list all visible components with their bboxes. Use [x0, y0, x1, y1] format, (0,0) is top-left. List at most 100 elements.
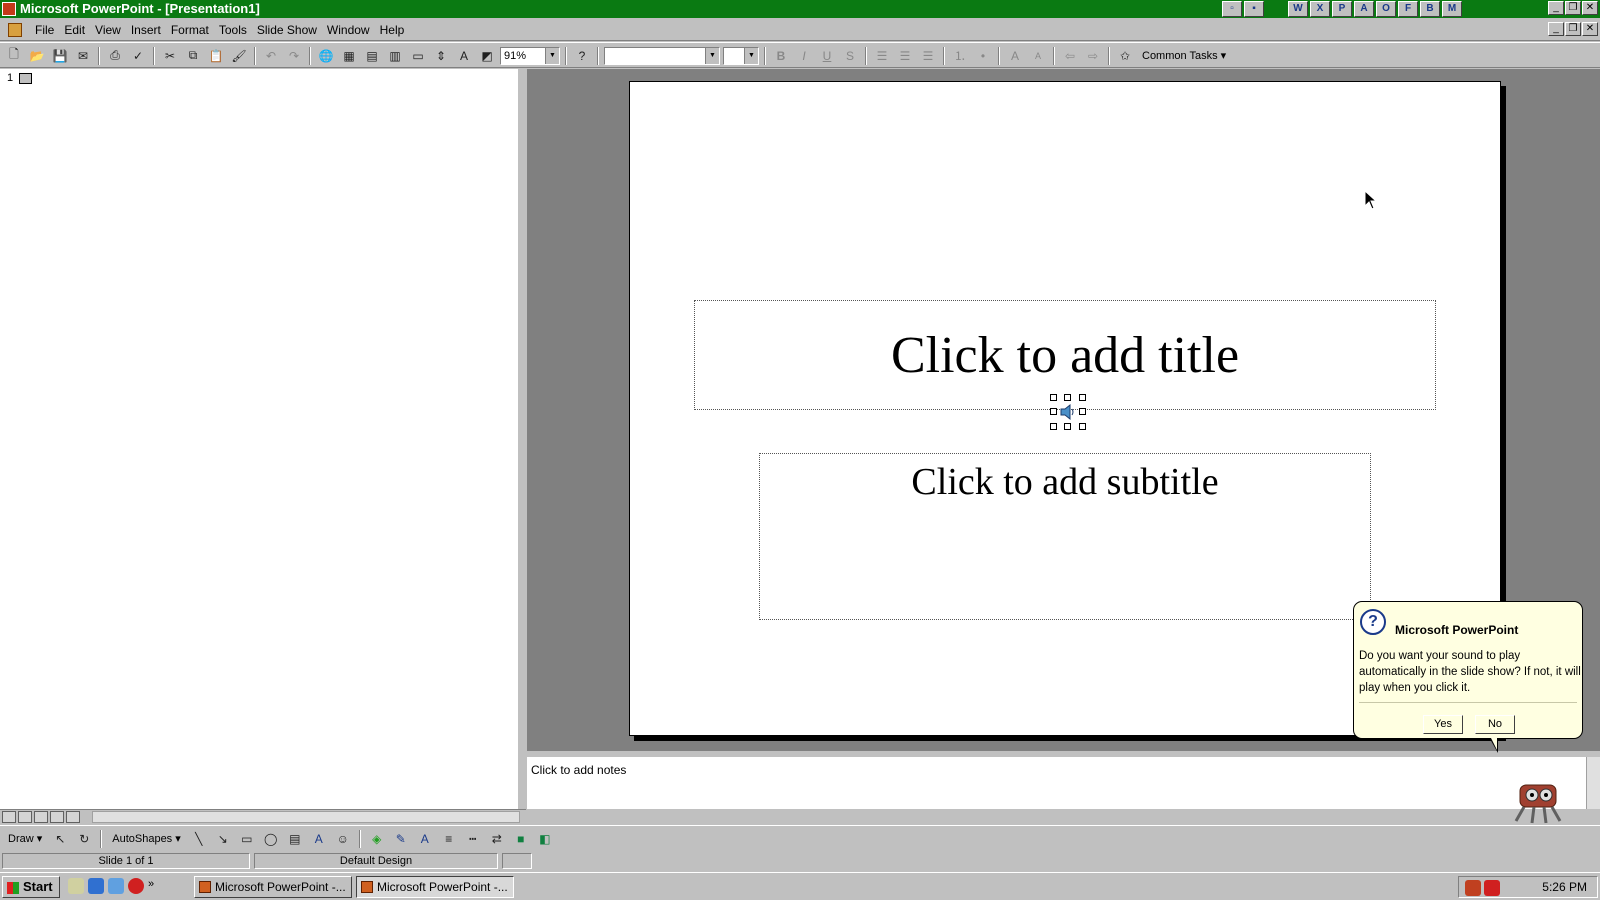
- show-formatting-icon[interactable]: A: [454, 46, 474, 65]
- spelling-icon[interactable]: ✓: [128, 46, 148, 65]
- excel-shortcut-icon[interactable]: X: [1310, 1, 1330, 17]
- resize-handle[interactable]: [1064, 423, 1071, 430]
- font-name-combo[interactable]: ▼: [604, 46, 720, 65]
- slide-icon[interactable]: [19, 73, 32, 84]
- paste-icon[interactable]: 📋: [206, 46, 226, 65]
- taskbar-item-powerpoint-2[interactable]: Microsoft PowerPoint -...: [356, 876, 514, 898]
- office-assistant-icon[interactable]: [1506, 777, 1570, 827]
- tray-icon[interactable]: [1484, 880, 1500, 896]
- slide-view-icon[interactable]: [34, 811, 48, 823]
- outline-view-icon[interactable]: [18, 811, 32, 823]
- font-color-icon[interactable]: A: [415, 829, 435, 848]
- no-button[interactable]: No: [1475, 715, 1515, 734]
- expand-all-icon[interactable]: ⇕: [431, 46, 451, 65]
- office-bar-icon[interactable]: ▪: [1244, 1, 1264, 17]
- binder-shortcut-icon[interactable]: B: [1420, 1, 1440, 17]
- undo-icon[interactable]: ↶: [261, 46, 281, 65]
- menu-window[interactable]: Window: [322, 23, 375, 37]
- resize-handle[interactable]: [1050, 408, 1057, 415]
- office-bar-icon[interactable]: ▫: [1222, 1, 1242, 17]
- menu-insert[interactable]: Insert: [126, 23, 166, 37]
- increase-font-size-icon[interactable]: A: [1005, 46, 1025, 65]
- title-bar[interactable]: Microsoft PowerPoint - [Presentation1] ▫…: [0, 0, 1600, 18]
- help-icon[interactable]: ?: [572, 46, 592, 65]
- dash-style-icon[interactable]: ┅: [463, 829, 483, 848]
- minimize-button[interactable]: _: [1548, 1, 1564, 15]
- tables-borders-icon[interactable]: ▦: [339, 46, 359, 65]
- draw-menu-button[interactable]: Draw ▾: [4, 832, 46, 845]
- zoom-combo[interactable]: 91% ▼: [500, 46, 560, 65]
- office-shortcut-icon[interactable]: M: [1442, 1, 1462, 17]
- chevron-down-icon[interactable]: ▼: [545, 47, 559, 64]
- new-slide-icon[interactable]: ▭: [408, 46, 428, 65]
- animation-effects-icon[interactable]: ✩: [1115, 46, 1135, 65]
- 3d-icon[interactable]: ◧: [535, 829, 555, 848]
- align-right-icon[interactable]: ☰: [918, 46, 938, 65]
- menu-tools[interactable]: Tools: [214, 23, 252, 37]
- promote-icon[interactable]: ⇦: [1060, 46, 1080, 65]
- open-icon[interactable]: 📂: [27, 46, 47, 65]
- italic-icon[interactable]: I: [794, 46, 814, 65]
- shadow-icon[interactable]: S: [840, 46, 860, 65]
- text-box-icon[interactable]: ▤: [285, 829, 305, 848]
- frontpage-shortcut-icon[interactable]: F: [1398, 1, 1418, 17]
- copy-icon[interactable]: ⧉: [183, 46, 203, 65]
- numbering-icon[interactable]: ⒈: [950, 46, 970, 65]
- outline-pane[interactable]: 1: [0, 69, 522, 809]
- free-rotate-icon[interactable]: ↻: [74, 829, 94, 848]
- start-button[interactable]: Start: [2, 876, 60, 898]
- line-icon[interactable]: ╲: [189, 829, 209, 848]
- line-style-icon[interactable]: ≡: [439, 829, 459, 848]
- notes-vertical-scrollbar[interactable]: [1586, 757, 1600, 809]
- sound-object[interactable]: [1050, 394, 1086, 430]
- document-icon[interactable]: [8, 23, 22, 37]
- show-desktop-icon[interactable]: [68, 878, 84, 894]
- redo-icon[interactable]: ↷: [284, 46, 304, 65]
- arrow-icon[interactable]: ↘: [213, 829, 233, 848]
- decrease-font-size-icon[interactable]: A: [1028, 46, 1048, 65]
- demote-icon[interactable]: ⇨: [1083, 46, 1103, 65]
- restore-button[interactable]: ❐: [1565, 1, 1581, 15]
- hyperlink-icon[interactable]: 🌐: [316, 46, 336, 65]
- menu-view[interactable]: View: [90, 23, 126, 37]
- grayscale-preview-icon[interactable]: ◩: [477, 46, 497, 65]
- resize-handle[interactable]: [1064, 394, 1071, 401]
- powerpoint-app-icon[interactable]: [2, 2, 16, 16]
- save-icon[interactable]: 💾: [50, 46, 70, 65]
- doc-close-button[interactable]: ✕: [1582, 22, 1598, 36]
- opera-icon[interactable]: [128, 878, 144, 894]
- fill-color-icon[interactable]: ◈: [367, 829, 387, 848]
- more-icon[interactable]: »: [148, 878, 164, 894]
- rectangle-icon[interactable]: ▭: [237, 829, 257, 848]
- common-tasks-button[interactable]: Common Tasks ▾: [1138, 49, 1230, 62]
- print-icon[interactable]: ⎙: [105, 46, 125, 65]
- wordart-icon[interactable]: A: [309, 829, 329, 848]
- autoshapes-menu-button[interactable]: AutoShapes ▾: [108, 832, 185, 845]
- normal-view-icon[interactable]: [2, 811, 16, 823]
- shadow-icon[interactable]: ■: [511, 829, 531, 848]
- horizontal-scrollbar[interactable]: [92, 811, 520, 823]
- select-objects-icon[interactable]: ↖: [50, 829, 70, 848]
- resize-handle[interactable]: [1050, 394, 1057, 401]
- bullets-icon[interactable]: •: [973, 46, 993, 65]
- center-icon[interactable]: ☰: [895, 46, 915, 65]
- taskbar-item-powerpoint-1[interactable]: Microsoft PowerPoint -...: [194, 876, 352, 898]
- slide-show-view-icon[interactable]: [66, 811, 80, 823]
- clip-art-icon[interactable]: ☺: [333, 829, 353, 848]
- internet-explorer-icon[interactable]: [88, 878, 104, 894]
- resize-handle[interactable]: [1079, 394, 1086, 401]
- arrow-style-icon[interactable]: ⇄: [487, 829, 507, 848]
- yes-button[interactable]: Yes: [1423, 715, 1463, 734]
- word-shortcut-icon[interactable]: W: [1288, 1, 1308, 17]
- notes-pane[interactable]: Click to add notes: [527, 754, 1600, 824]
- resize-handle[interactable]: [1050, 423, 1057, 430]
- access-shortcut-icon[interactable]: A: [1354, 1, 1374, 17]
- tray-icon[interactable]: [1465, 880, 1481, 896]
- font-size-combo[interactable]: ▼: [723, 46, 759, 65]
- line-color-icon[interactable]: ✎: [391, 829, 411, 848]
- powerpoint-shortcut-icon[interactable]: P: [1332, 1, 1352, 17]
- email-icon[interactable]: ✉: [73, 46, 93, 65]
- insert-chart-icon[interactable]: ▥: [385, 46, 405, 65]
- format-painter-icon[interactable]: 🖌: [229, 46, 249, 65]
- menu-file[interactable]: File: [30, 23, 59, 37]
